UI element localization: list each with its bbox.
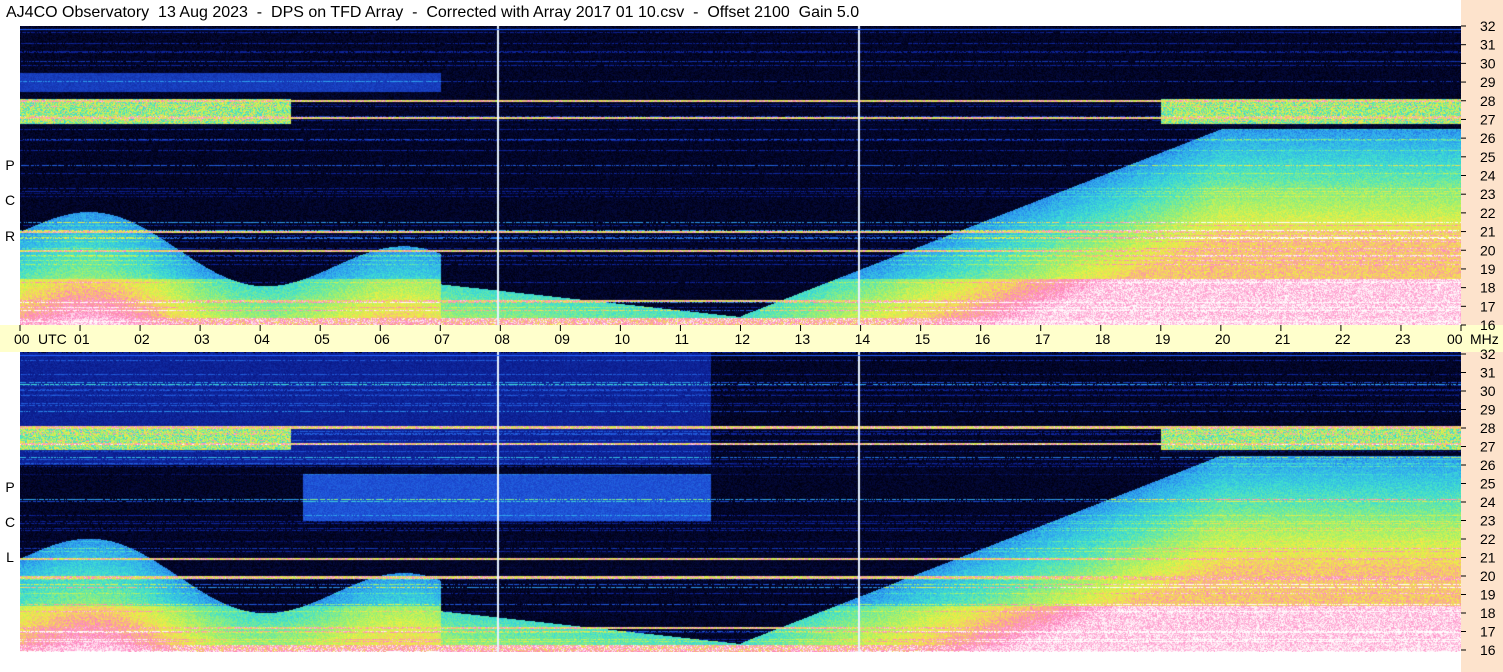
- lcp-freq-label: 28: [1480, 420, 1496, 436]
- lcp-freq-label: 19: [1480, 587, 1496, 603]
- rcp-freq-label: 19: [1480, 261, 1496, 277]
- time-tick-label: 01: [74, 331, 90, 347]
- rcp-freq-label: 26: [1480, 130, 1496, 146]
- time-tick-label: 02: [134, 331, 150, 347]
- time-tick-label: 15: [915, 331, 931, 347]
- time-tick-label: 06: [374, 331, 390, 347]
- time-tick-label: 21: [1275, 331, 1291, 347]
- rcp-freq-label: 25: [1480, 149, 1496, 165]
- time-tick-label: 05: [314, 331, 330, 347]
- time-tick-label: 14: [855, 331, 871, 347]
- rcp-freq-label: 18: [1480, 280, 1496, 296]
- lcp-freq-label: 25: [1480, 476, 1496, 492]
- lcp-freq-label: 20: [1480, 568, 1496, 584]
- rcp-freq-label: 31: [1480, 37, 1496, 53]
- rcp-freq-label: 32: [1480, 18, 1496, 34]
- mhz-unit-label: MHz: [1470, 331, 1499, 347]
- time-tick-label: 04: [254, 331, 270, 347]
- lcp-freq-label: 29: [1480, 402, 1496, 418]
- time-tick-label: 13: [795, 331, 811, 347]
- lcp-freq-label: 32: [1480, 346, 1496, 362]
- time-tick-label: 20: [1215, 331, 1231, 347]
- rcp-freq-label: 29: [1480, 74, 1496, 90]
- lcp-freq-label: 17: [1480, 624, 1496, 640]
- rcp-freq-label: 24: [1480, 168, 1496, 184]
- lcp-freq-label: 23: [1480, 513, 1496, 529]
- time-tick-label: 22: [1335, 331, 1351, 347]
- lcp-freq-label: 30: [1480, 383, 1496, 399]
- rcp-freq-label: 16: [1480, 317, 1496, 333]
- time-tick-label: 07: [434, 331, 450, 347]
- time-tick-label: 08: [494, 331, 510, 347]
- rcp-freq-label: 20: [1480, 242, 1496, 258]
- rcp-freq-label: 27: [1480, 111, 1496, 127]
- time-tick-label: 10: [614, 331, 630, 347]
- rcp-freq-label: 22: [1480, 205, 1496, 221]
- time-tick-label: 16: [975, 331, 991, 347]
- axis-overlay: 00 01 02 03 04 05 06 07 08 09 10 11 12 13 14 15 16 17 18 19…: [14, 18, 1499, 658]
- lcp-freq-label: 27: [1480, 439, 1496, 455]
- lcp-freq-label: 21: [1480, 550, 1496, 566]
- rcp-freq-label: 23: [1480, 186, 1496, 202]
- time-tick-label: 19: [1155, 331, 1171, 347]
- lcp-freq-label: 24: [1480, 494, 1496, 510]
- time-tick-label: 00: [14, 331, 30, 347]
- lcp-freq-label: 26: [1480, 457, 1496, 473]
- time-tick-label: 03: [194, 331, 210, 347]
- time-tick-label: 00: [1447, 331, 1463, 347]
- time-tick-label: 18: [1095, 331, 1111, 347]
- rcp-freq-label: 28: [1480, 93, 1496, 109]
- time-tick-label: 23: [1395, 331, 1411, 347]
- utc-unit-label: UTC: [38, 331, 67, 347]
- time-tick-label: 11: [674, 331, 689, 347]
- lcp-freq-label: 18: [1480, 605, 1496, 621]
- rcp-freq-label: 21: [1480, 224, 1496, 240]
- rcp-freq-label: 30: [1480, 55, 1496, 71]
- time-tick-label: 12: [735, 331, 751, 347]
- rcp-freq-label: 17: [1480, 298, 1496, 314]
- lcp-freq-label: 31: [1480, 365, 1496, 381]
- lcp-freq-label: 22: [1480, 531, 1496, 547]
- lcp-freq-label: 16: [1480, 642, 1496, 658]
- time-tick-label: 17: [1035, 331, 1051, 347]
- time-tick-label: 09: [554, 331, 570, 347]
